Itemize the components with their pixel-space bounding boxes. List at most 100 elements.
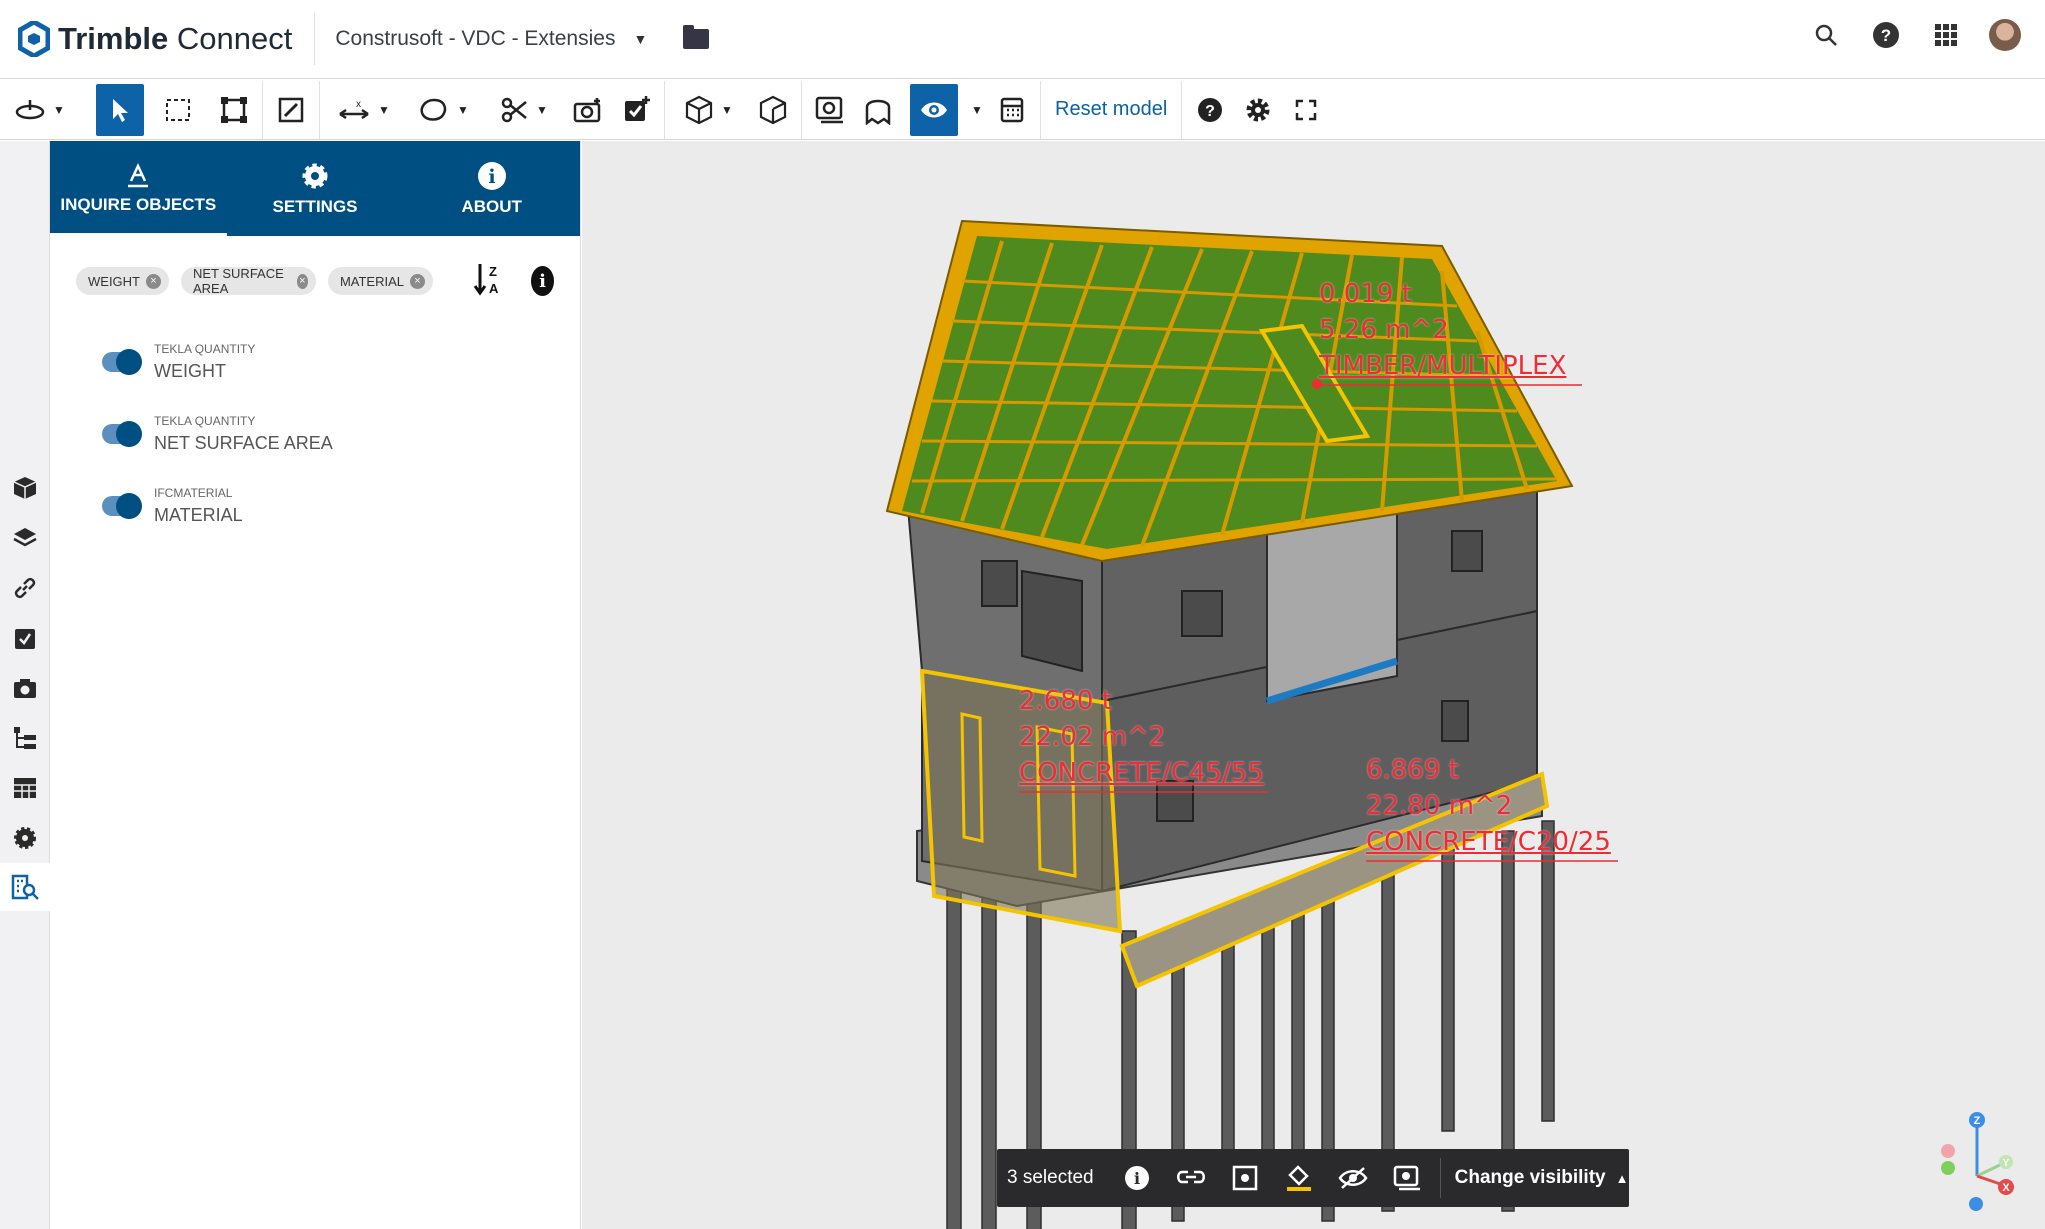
chevron-down-icon[interactable]: ▼ <box>536 103 548 117</box>
brand-name: Trimble <box>58 21 169 56</box>
close-icon[interactable]: × <box>296 273 308 289</box>
info-icon: i <box>1124 1166 1149 1190</box>
orbit-icon <box>15 99 45 119</box>
chip-net-surface-area[interactable]: NET SURFACE AREA × <box>181 266 316 296</box>
axis-gizmo[interactable]: Z Y X <box>1930 1106 2020 1216</box>
eye-icon <box>921 102 947 117</box>
selection-color-button[interactable] <box>1272 1149 1326 1207</box>
help-icon[interactable]: ? <box>1869 18 1903 52</box>
svg-text:A: A <box>489 281 499 296</box>
rail-inquire-button[interactable] <box>0 863 50 911</box>
change-visibility-label: Change visibility <box>1454 1167 1606 1188</box>
chevron-down-icon[interactable]: ▼ <box>721 103 733 117</box>
change-visibility-button[interactable]: Change visibility ▲ <box>1439 1158 1628 1198</box>
label-material: CONCRETE/C45/55 <box>1019 758 1264 788</box>
user-avatar[interactable] <box>1989 19 2021 51</box>
paint-bucket-icon <box>1286 1165 1311 1191</box>
fit-frame-icon <box>221 96 247 123</box>
rail-todos-button[interactable] <box>0 614 50 662</box>
property-name: NET SURFACE AREA <box>154 433 333 453</box>
projection-button[interactable] <box>749 84 797 136</box>
selection-info-button[interactable]: i <box>1110 1149 1164 1207</box>
wire-cube-icon <box>759 95 787 124</box>
add-todo-button[interactable] <box>612 84 660 136</box>
chevron-down-icon[interactable]: ▼ <box>633 31 647 47</box>
extension-help-button[interactable]: ? <box>1186 84 1234 136</box>
search-icon[interactable] <box>1809 18 1843 52</box>
object-label-roof-panel: 0.019 t 5.26 m^2 TIMBER/MULTIPLEX <box>1319 276 1566 384</box>
svg-text:Y: Y <box>2003 1158 2010 1169</box>
lasso-tool-button[interactable]: ▼ <box>404 84 484 136</box>
tab-settings[interactable]: SETTINGS <box>227 141 404 236</box>
settings-button[interactable] <box>1234 84 1282 136</box>
svg-text:x: x <box>356 99 361 110</box>
close-icon[interactable]: × <box>146 273 161 289</box>
info-icon[interactable]: i <box>531 266 554 296</box>
brand-suffix: Connect <box>176 21 293 56</box>
fullscreen-button[interactable] <box>1282 84 1330 136</box>
measure-icon: x <box>339 99 369 119</box>
tab-about[interactable]: i ABOUT <box>403 141 580 236</box>
chip-material[interactable]: MATERIAL × <box>327 267 434 295</box>
markup-tool-button[interactable] <box>267 84 315 136</box>
selection-fit-button[interactable] <box>1218 1149 1272 1207</box>
project-selector[interactable]: Construsoft - VDC - Extensies ▼ <box>335 25 710 51</box>
reset-model-button[interactable]: Reset model <box>1045 84 1177 136</box>
toggle-weight[interactable] <box>102 349 142 375</box>
calculator-button[interactable] <box>988 84 1036 136</box>
chevron-down-icon[interactable]: ▼ <box>378 103 390 117</box>
rail-hierarchy-button[interactable] <box>0 714 50 762</box>
chevron-down-icon[interactable]: ▼ <box>53 103 65 117</box>
orbit-tool-button[interactable]: ▼ <box>0 84 80 136</box>
rail-links-button[interactable] <box>0 564 50 612</box>
apps-grid-icon[interactable] <box>1929 18 1963 52</box>
measure-tool-button[interactable]: x ▼ <box>324 84 404 136</box>
snapshot-button[interactable] <box>564 84 612 136</box>
chevron-down-icon[interactable]: ▼ <box>971 103 983 117</box>
rail-models-button[interactable] <box>0 464 50 512</box>
clip-tool-button[interactable]: ▼ <box>484 84 564 136</box>
visibility-dropdown[interactable]: ▼ <box>958 84 988 136</box>
ghost-button[interactable] <box>854 84 902 136</box>
link-icon <box>14 577 36 599</box>
rail-views-button[interactable] <box>0 664 50 712</box>
top-header: Trimble Connect Construsoft - VDC - Exte… <box>0 0 2045 79</box>
tab-inquire-objects[interactable]: INQUIRE OBJECTS <box>50 141 227 236</box>
property-row-material: IFCMATERIAL MATERIAL <box>102 470 580 542</box>
svg-text:?: ? <box>1881 26 1891 45</box>
property-category: TEKLA QUANTITY <box>154 342 256 356</box>
svg-text:i: i <box>488 166 495 188</box>
clipboard-check-icon <box>15 629 35 649</box>
chevron-down-icon[interactable]: ▼ <box>457 103 469 117</box>
selection-hide-button[interactable] <box>1326 1149 1380 1207</box>
selection-isolate-button[interactable] <box>1380 1149 1434 1207</box>
folder-icon[interactable] <box>683 25 710 49</box>
selection-link-button[interactable] <box>1164 1149 1218 1207</box>
select-tool-button[interactable] <box>96 83 144 136</box>
house-3d-model[interactable] <box>582 141 2045 1229</box>
rail-extensions-button[interactable] <box>0 814 50 862</box>
tab-label: ABOUT <box>461 196 522 216</box>
chip-weight[interactable]: WEIGHT × <box>76 267 169 295</box>
rail-layers-button[interactable] <box>0 514 50 562</box>
viewer-toolbar: ▼ x ▼ ▼ ▼ ▼ ▼ Reset model ? <box>0 80 2045 140</box>
gear-icon <box>14 827 36 849</box>
tab-label: INQUIRE OBJECTS <box>60 194 217 214</box>
rail-table-button[interactable] <box>0 764 50 812</box>
ghost-mode-frame-button[interactable] <box>806 84 854 136</box>
toggle-net-surface-area[interactable] <box>102 421 142 447</box>
fit-selection-button[interactable] <box>210 84 258 136</box>
trimble-connect-logo[interactable]: Trimble Connect <box>18 13 316 65</box>
inquire-icon <box>128 162 149 187</box>
box-select-button[interactable] <box>154 84 202 136</box>
close-icon[interactable]: × <box>410 273 426 289</box>
visibility-button[interactable] <box>910 83 958 136</box>
chip-label: NET SURFACE AREA <box>193 266 284 296</box>
sort-z-a-icon[interactable]: ZA <box>473 262 509 300</box>
property-category: IFCMATERIAL <box>154 486 233 500</box>
toggle-material[interactable] <box>102 493 142 519</box>
left-side-rail <box>0 141 50 1229</box>
model-viewport[interactable]: 0.019 t 5.26 m^2 TIMBER/MULTIPLEX 2.680 … <box>582 141 2045 1229</box>
trimble-logo-icon <box>18 21 50 57</box>
view-cube-button[interactable]: ▼ <box>669 84 749 136</box>
